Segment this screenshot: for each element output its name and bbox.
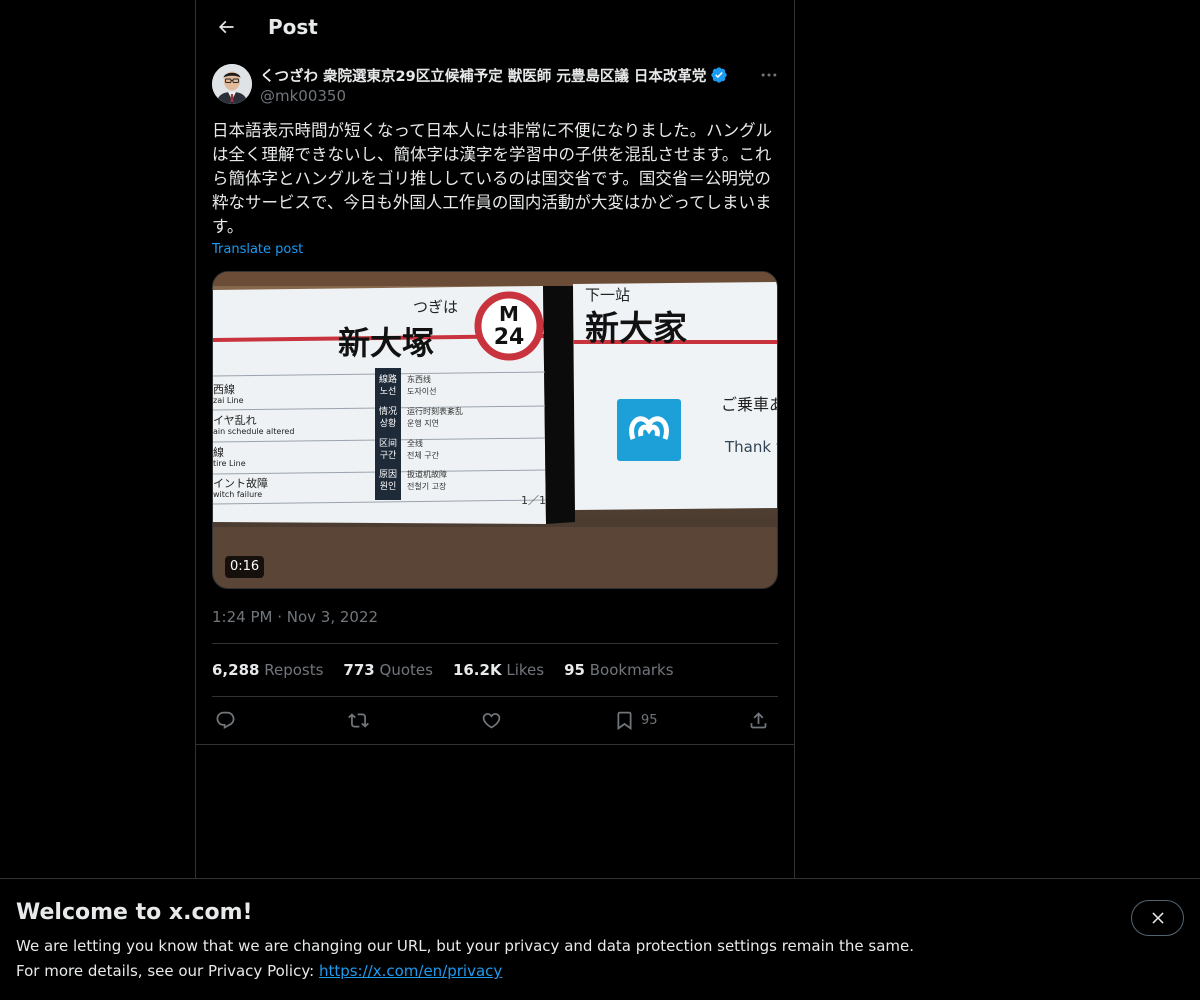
close-icon — [1151, 912, 1164, 924]
sign-row-value-ko: 도자이선 — [407, 386, 436, 396]
post-timestamp[interactable]: 1:24 PM · Nov 3, 2022 — [212, 607, 378, 627]
sign-left-line: 西線 — [213, 382, 235, 396]
sign-left-line: 線 — [213, 445, 224, 459]
video-duration: 0:16 — [225, 556, 265, 578]
author-display-name: くつざわ 衆院選東京29区立候補予定 獣医師 元豊島区議 日本改革党 — [260, 68, 707, 85]
banner-title: Welcome to x.com! — [16, 900, 253, 925]
sign-row-value-ko: 전철기 고장 — [407, 481, 447, 491]
sign-row-label: 情况 — [379, 405, 397, 417]
welcome-banner: Welcome to x.com! We are letting you kno… — [0, 878, 1200, 1000]
primary-column: Post くつざわ 衆院選東京29区立候補予定 獣医師 元豊島区議 日本改革党 … — [195, 0, 795, 880]
post-video[interactable]: つぎは 新大塚 M 24 下一站 新大家 ご乗車あ Thank y 西線zai … — [212, 271, 778, 589]
sign-row-label-ko: 원인 — [380, 481, 397, 492]
sign-ja-greeting: ご乗車あ — [721, 395, 778, 414]
bookmarks-label: Bookmarks — [589, 661, 674, 679]
sign-left-line: ain schedule altered — [213, 427, 294, 436]
likes-count: 16.2K — [452, 661, 502, 679]
back-button[interactable] — [208, 9, 244, 45]
sign-row-label: 線路 — [379, 373, 397, 385]
repost-button[interactable] — [348, 707, 369, 733]
page-title: Post — [268, 15, 318, 39]
sign-left-line: イント故障 — [213, 476, 268, 490]
banner-message: We are letting you know that we are chan… — [16, 937, 915, 955]
likes-stat[interactable]: 16.2K Likes — [453, 660, 544, 680]
sign-row-label-ko: 상황 — [380, 418, 397, 429]
sign-row-value: 全线 — [407, 438, 423, 448]
heart-icon — [482, 712, 501, 729]
sign-page-indicator: 1／1 — [521, 494, 546, 507]
sign-zh-station-name: 新大家 — [585, 309, 687, 349]
sign-en-greeting: Thank y — [724, 438, 778, 456]
post-text: 日本語表示時間が短くなって日本人には非常に不便になりました。ハングルは全く理解で… — [212, 121, 773, 236]
reposts-label: Reposts — [264, 661, 324, 679]
sign-left-line: イヤ乱れ — [213, 414, 257, 427]
sign-row-value-ko: 운행 지연 — [407, 418, 439, 428]
page-header: Post — [196, 0, 794, 54]
share-icon — [750, 711, 767, 728]
action-bar: 95 — [212, 705, 778, 735]
divider — [212, 643, 778, 644]
repost-icon — [348, 712, 369, 728]
sign-row-value-ko: 전체 구간 — [407, 450, 440, 460]
post-stats: 6,288 Reposts 773 Quotes 16.2K Likes 95 … — [212, 660, 674, 680]
sign-station-name: 新大塚 — [338, 324, 434, 362]
divider — [212, 696, 778, 697]
roundel-line-letter: M — [499, 302, 519, 326]
banner-privacy-prefix: For more details, see our Privacy Policy… — [16, 962, 319, 980]
more-dots-icon — [761, 73, 777, 77]
video-frame: つぎは 新大塚 M 24 下一站 新大家 ご乗車あ Thank y 西線zai … — [213, 272, 778, 588]
bookmarks-count: 95 — [564, 661, 585, 679]
sign-zh-next-label: 下一站 — [585, 286, 630, 304]
reply-button[interactable] — [215, 707, 236, 733]
divider — [196, 744, 794, 745]
reposts-stat[interactable]: 6,288 Reposts — [212, 660, 323, 680]
sign-row-value: 运行时刻表紊乱 — [407, 406, 463, 416]
author-handle[interactable]: @mk00350 — [260, 86, 346, 106]
sign-left-line: witch failure — [213, 490, 262, 499]
banner-privacy-note: For more details, see our Privacy Policy… — [16, 961, 502, 981]
bookmark-icon — [617, 711, 632, 730]
sign-next-label: つぎは — [413, 298, 458, 316]
author-photo — [212, 64, 252, 104]
sign-row-label: 区间 — [379, 437, 397, 449]
arrow-left-icon — [218, 20, 234, 34]
sign-row-label-ko: 노선 — [380, 386, 397, 397]
roundel-station-number: 24 — [494, 325, 525, 350]
bookmarks-stat[interactable]: 95 Bookmarks — [564, 660, 673, 680]
sign-row-label-ko: 구간 — [380, 450, 397, 461]
sign-row-value: 东西线 — [407, 374, 431, 384]
quotes-label: Quotes — [379, 661, 433, 679]
reposts-count: 6,288 — [212, 661, 260, 679]
reply-icon — [216, 711, 235, 729]
quotes-count: 773 — [343, 661, 375, 679]
likes-label: Likes — [506, 661, 545, 679]
verified-badge-icon — [711, 67, 728, 83]
sign-row-label: 原因 — [379, 469, 397, 480]
more-options-button[interactable] — [754, 62, 784, 88]
translate-post-link[interactable]: Translate post — [212, 242, 303, 257]
privacy-policy-link[interactable]: https://x.com/en/privacy — [319, 962, 502, 980]
avatar[interactable] — [212, 64, 252, 104]
sign-left-line: zai Line — [213, 396, 244, 405]
close-banner-button[interactable] — [1131, 900, 1184, 936]
bookmark-button[interactable]: 95 — [614, 707, 658, 733]
sign-left-line: tire Line — [213, 459, 246, 468]
sign-row-value: 扳道机故障 — [407, 469, 447, 479]
quotes-stat[interactable]: 773 Quotes — [343, 660, 433, 680]
like-button[interactable] — [481, 707, 502, 733]
share-button[interactable] — [748, 707, 769, 733]
bookmark-count: 95 — [641, 712, 658, 728]
author-name[interactable]: くつざわ 衆院選東京29区立候補予定 獣医師 元豊島区議 日本改革党 — [260, 64, 728, 86]
